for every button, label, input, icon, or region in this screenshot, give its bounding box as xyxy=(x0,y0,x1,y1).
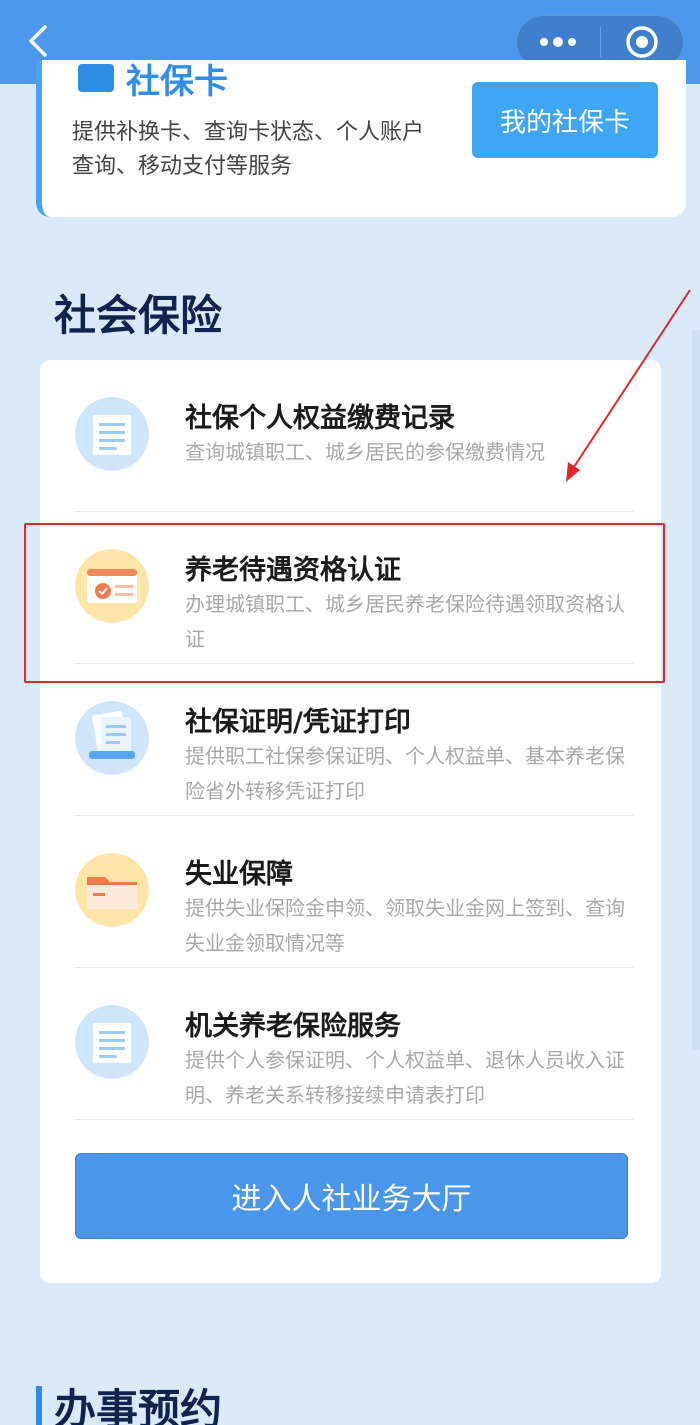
service-description: 查询城镇职工、城乡居民的参保缴费情况 xyxy=(185,440,545,464)
services-panel: 社保个人权益缴费记录 查询城镇职工、城乡居民的参保缴费情况 养老待遇资格认证 办… xyxy=(40,360,661,1283)
social-card-title-text: 社保卡 xyxy=(126,61,228,102)
service-item-government-pension[interactable]: 机关养老保险服务 提供个人参保证明、个人权益单、退休人员收入证明、养老关系转移接… xyxy=(75,968,634,1120)
service-name: 机关养老保险服务 xyxy=(185,1011,401,1042)
service-name: 社保个人权益缴费记录 xyxy=(185,403,455,434)
service-name: 失业保障 xyxy=(185,859,293,890)
card-icon xyxy=(78,64,114,92)
social-card-block: 社保卡 提供补换卡、查询卡状态、个人账户查询、移动支付等服务 我的社保卡 xyxy=(36,60,686,217)
service-description: 提供失业保险金申领、领取失业金网上签到、查询失业金领取情况等 xyxy=(185,896,625,955)
service-item-payment-record[interactable]: 社保个人权益缴费记录 查询城镇职工、城乡居民的参保缴费情况 xyxy=(75,360,634,512)
section-title-appointment: 办事预约 xyxy=(36,1380,222,1425)
section-title-social-insurance: 社会保险 xyxy=(54,291,223,340)
social-card-description: 提供补换卡、查询卡状态、个人账户查询、移动支付等服务 xyxy=(72,120,425,179)
section-title-appointment-text: 办事预约 xyxy=(54,1385,223,1425)
service-item-unemployment[interactable]: 失业保障 提供失业保险金申领、领取失业金网上签到、查询失业金领取情况等 xyxy=(75,816,634,968)
chevron-left-icon xyxy=(29,25,47,57)
social-card-title: 社保卡 xyxy=(78,58,228,102)
service-item-certificate-print[interactable]: 社保证明/凭证打印 提供职工社保参保证明、个人权益单、基本养老保险省外转移凭证打… xyxy=(75,664,634,816)
document-icon xyxy=(75,1005,149,1079)
my-social-card-button[interactable]: 我的社保卡 xyxy=(472,82,658,158)
document-icon xyxy=(75,397,149,471)
print-documents-icon xyxy=(75,701,149,775)
folder-icon xyxy=(75,853,149,927)
service-description: 提供职工社保参保证明、个人权益单、基本养老保险省外转移凭证打印 xyxy=(185,744,625,803)
back-button[interactable] xyxy=(18,18,58,64)
service-name: 社保证明/凭证打印 xyxy=(185,707,411,738)
target-circle-icon xyxy=(626,26,658,58)
enter-service-hall-button[interactable]: 进入人社业务大厅 xyxy=(75,1153,628,1239)
scroll-edge xyxy=(692,330,700,1050)
section-accent-bar xyxy=(36,1386,42,1425)
annotation-highlight-box xyxy=(24,523,665,683)
service-description: 提供个人参保证明、个人权益单、退休人员收入证明、养老关系转移接续申请表打印 xyxy=(185,1048,625,1107)
more-dots-icon xyxy=(540,37,577,47)
